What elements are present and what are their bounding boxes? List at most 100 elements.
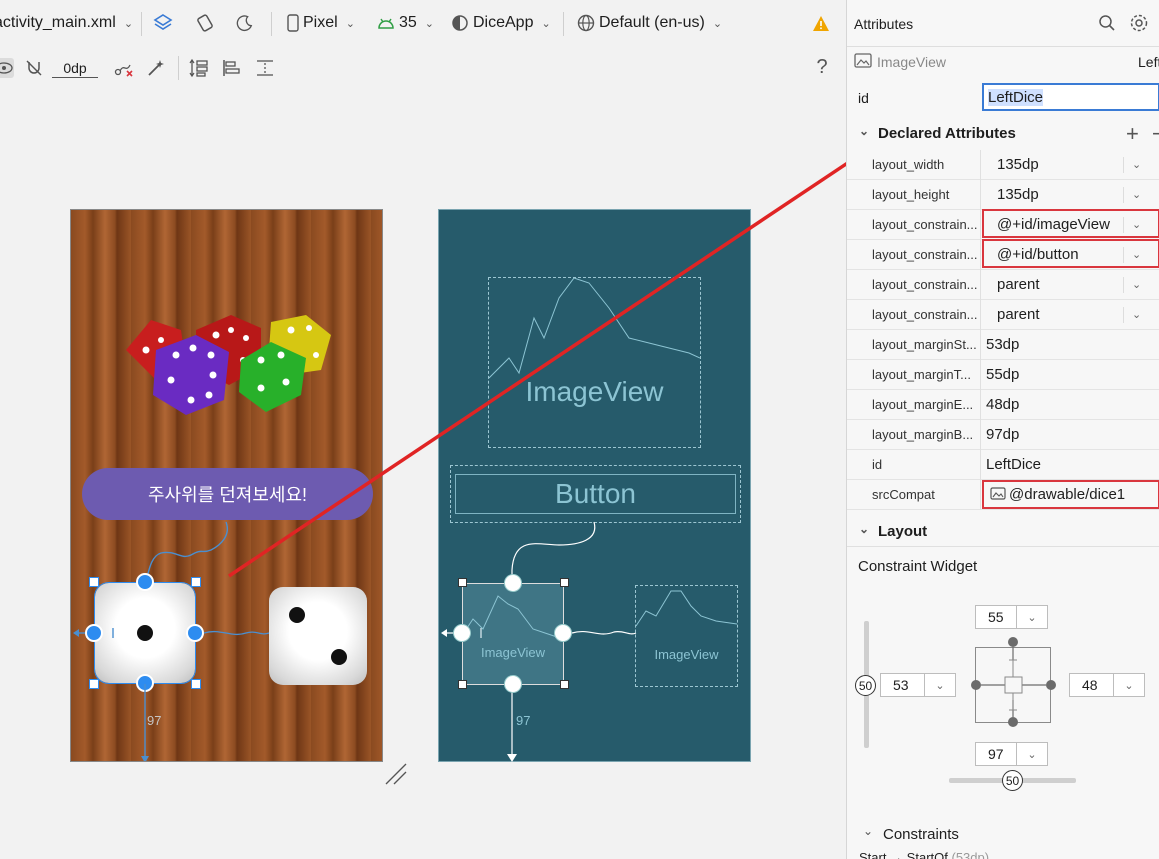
top-anchor-handle[interactable] (136, 573, 154, 591)
right-dice-image[interactable] (269, 587, 367, 685)
default-margin-button[interactable]: 0dp (52, 58, 98, 78)
attribute-value[interactable]: 97dp (986, 426, 1019, 443)
toolbar-divider (271, 12, 272, 36)
end-anchor-handle[interactable] (554, 624, 572, 642)
margin-top-input[interactable]: 55 (975, 605, 1017, 629)
attribute-row[interactable]: id LeftDice (847, 450, 1159, 480)
chevron-down-icon[interactable]: ⌄ (1132, 188, 1141, 201)
id-input[interactable]: LeftDice (982, 83, 1159, 111)
attribute-row[interactable]: layout_marginB... 97dp (847, 420, 1159, 450)
attribute-value[interactable]: 53dp (986, 336, 1019, 353)
highlight-box (982, 480, 1159, 509)
help-button[interactable]: ? (812, 56, 832, 78)
remove-attribute-icon[interactable]: − (1152, 121, 1159, 147)
column-divider (980, 450, 981, 480)
theme-name: DiceApp (473, 14, 534, 31)
panel-title: Attributes (854, 16, 914, 32)
declared-attributes-header[interactable]: ⌄ Declared Attributes + − (847, 121, 1159, 147)
view-options-button[interactable] (0, 58, 14, 78)
dropdown-divider (1123, 187, 1124, 203)
pack-button[interactable] (188, 58, 210, 78)
night-mode-button[interactable] (236, 12, 254, 34)
search-icon[interactable] (1098, 14, 1116, 32)
resize-handle[interactable] (191, 577, 201, 587)
autoconnect-button[interactable] (24, 58, 44, 78)
chevron-down-icon: ⌄ (859, 522, 870, 536)
attribute-row[interactable]: layout_marginSt... 53dp (847, 330, 1159, 360)
imageview-label: ImageView (525, 376, 664, 407)
align-left-icon (223, 60, 240, 76)
locale-selector[interactable]: Default (en-us) ⌄ (577, 12, 722, 34)
blueprint-preview[interactable]: ImageView Button ImageView 97 ImageView (438, 209, 751, 762)
margin-end-input[interactable]: 48 (1069, 673, 1114, 697)
attribute-row[interactable]: layout_width 135dp ⌄ (847, 150, 1159, 180)
blueprint-right-dice[interactable]: ImageView (635, 585, 738, 687)
horizontal-bias-knob[interactable]: 50 (1002, 770, 1023, 791)
chevron-down-icon[interactable]: ⌄ (1132, 278, 1141, 291)
editor-toolbar-top: activity_main.xml ⌄ Pixel ⌄ 35 ⌄ DiceApp… (0, 0, 846, 46)
theme-selector[interactable]: DiceApp ⌄ (451, 12, 551, 34)
layout-section-header[interactable]: ⌄ Layout (847, 522, 1159, 544)
clear-constraints-button[interactable] (114, 58, 134, 78)
infer-constraints-button[interactable] (146, 58, 166, 78)
column-divider (980, 360, 981, 390)
attribute-key: layout_marginT... (872, 367, 971, 382)
design-surface-button[interactable] (153, 12, 173, 34)
right-imageview-label: ImageView (654, 646, 719, 662)
default-margin-value: 0dp (63, 59, 87, 76)
api-selector[interactable]: 35 ⌄ (377, 12, 434, 34)
attribute-row[interactable]: layout_marginE... 48dp (847, 390, 1159, 420)
attribute-key: layout_marginSt... (872, 337, 977, 352)
chevron-down-icon[interactable]: ⌄ (1132, 158, 1141, 171)
attribute-key: layout_constrain... (872, 247, 978, 262)
blueprint-left-dice[interactable]: ImageView (462, 583, 564, 685)
blueprint-button[interactable]: Button (450, 465, 741, 523)
guidelines-icon (257, 60, 273, 76)
attribute-value[interactable]: LeftDice (986, 456, 1041, 473)
top-anchor-handle[interactable] (504, 574, 522, 592)
resize-handle[interactable] (89, 577, 99, 587)
attribute-row[interactable]: layout_height 135dp ⌄ (847, 180, 1159, 210)
file-selector[interactable]: activity_main.xml ⌄ (0, 12, 133, 34)
attribute-row[interactable]: layout_marginT... 55dp (847, 360, 1159, 390)
design-preview[interactable]: 주사위를 던져보세요! 97 (70, 209, 383, 762)
warning-button[interactable] (812, 12, 830, 34)
margin-end-dropdown[interactable]: ⌄ (1113, 673, 1145, 697)
blueprint-imageview-top[interactable]: ImageView (488, 277, 701, 448)
attribute-value[interactable]: 135dp (997, 186, 1039, 203)
margin-start-input[interactable]: 53 (880, 673, 925, 697)
guidelines-button[interactable] (254, 58, 276, 78)
margin-bottom-input[interactable]: 97 (975, 742, 1017, 766)
margin-start-dropdown[interactable]: ⌄ (924, 673, 956, 697)
start-anchor-handle[interactable] (453, 624, 471, 642)
resize-handle[interactable] (458, 578, 467, 587)
device-selector[interactable]: Pixel ⌄ (287, 12, 355, 34)
rotate-icon (197, 14, 213, 32)
constraints-section-header[interactable]: ⌄ Constraints (847, 824, 1159, 847)
attribute-row[interactable]: layout_constrain... parent ⌄ (847, 300, 1159, 330)
resize-handle[interactable] (560, 680, 569, 689)
attribute-value[interactable]: 55dp (986, 366, 1019, 383)
attribute-row[interactable]: layout_constrain... parent ⌄ (847, 270, 1159, 300)
button-label: Button (555, 478, 636, 509)
chevron-down-icon[interactable]: ⌄ (1132, 308, 1141, 321)
resize-handle[interactable] (560, 578, 569, 587)
resize-grip-icon[interactable] (384, 762, 408, 786)
add-attribute-icon[interactable]: + (1126, 121, 1139, 147)
bottom-anchor-handle[interactable] (504, 675, 522, 693)
margin-top-dropdown[interactable]: ⌄ (1016, 605, 1048, 629)
margin-bottom-dropdown[interactable]: ⌄ (1016, 742, 1048, 766)
resize-handle[interactable] (458, 680, 467, 689)
attribute-value[interactable]: parent (997, 306, 1040, 323)
roll-dice-button[interactable]: 주사위를 던져보세요! (82, 468, 373, 520)
orientation-button[interactable] (195, 12, 215, 34)
editor-toolbar-secondary: 0dp ? (0, 46, 846, 88)
die-pip (289, 607, 305, 623)
attribute-value[interactable]: 48dp (986, 396, 1019, 413)
attribute-value[interactable]: 135dp (997, 156, 1039, 173)
vertical-bias-knob[interactable]: 50 (855, 675, 876, 696)
align-button[interactable] (220, 58, 242, 78)
attribute-value[interactable]: parent (997, 276, 1040, 293)
gear-icon[interactable] (1129, 13, 1149, 33)
constraint-item[interactable]: Start → StartOf (53dp) (859, 851, 989, 859)
